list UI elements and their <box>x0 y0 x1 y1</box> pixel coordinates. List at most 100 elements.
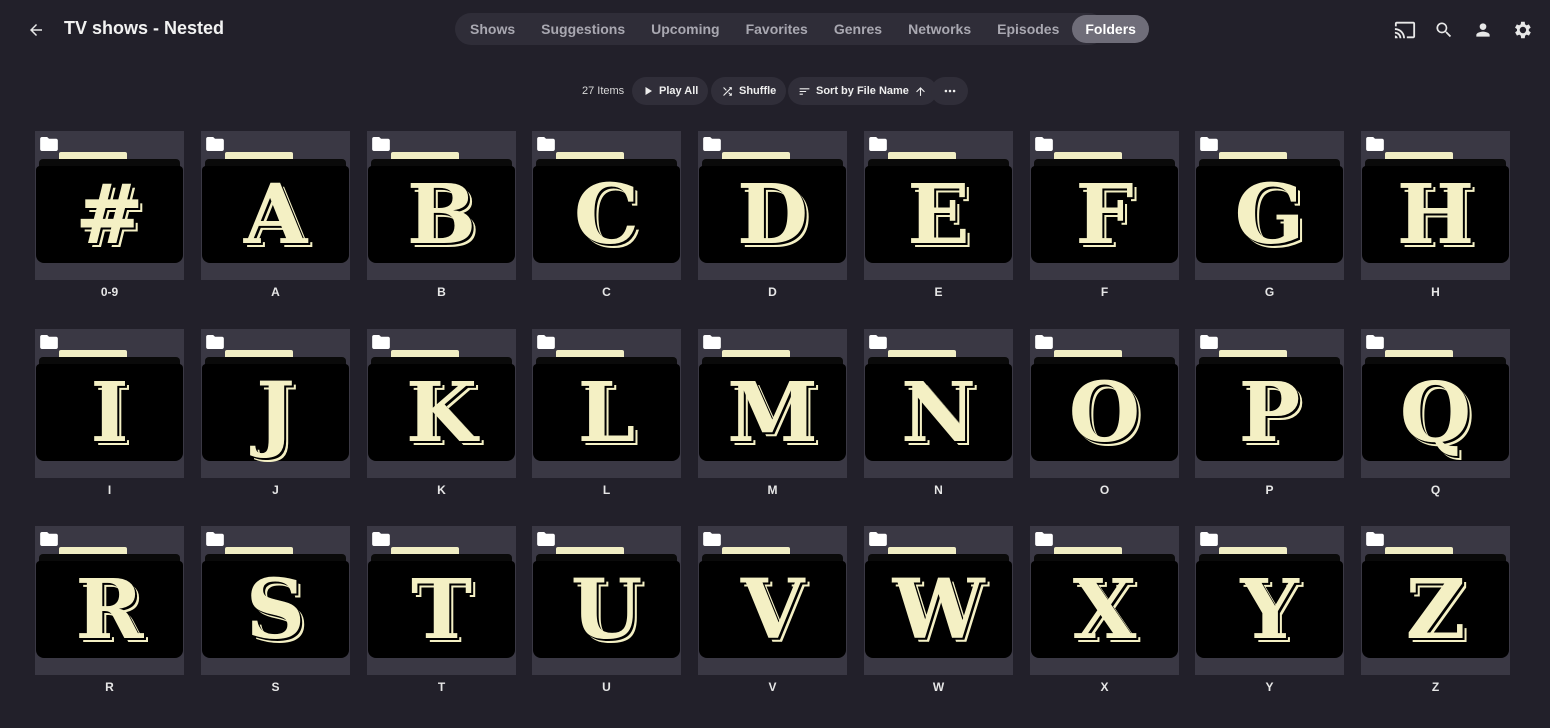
folder-icon <box>206 335 224 349</box>
tab-upcoming[interactable]: Upcoming <box>638 15 732 43</box>
folder-label[interactable]: E <box>864 285 1013 299</box>
folder-label[interactable]: N <box>864 483 1013 497</box>
folder-icon <box>372 137 390 151</box>
folder-glyph: K <box>405 364 478 461</box>
folder-label[interactable]: C <box>532 285 681 299</box>
folder-label[interactable]: Y <box>1195 680 1344 694</box>
folder-icon <box>537 137 555 151</box>
folder-icon <box>206 532 224 546</box>
folder-icon <box>1035 137 1053 151</box>
folder-glyph: W <box>892 561 985 658</box>
folder-thumbnail: Q <box>1361 329 1510 478</box>
folder-label[interactable]: X <box>1030 680 1179 694</box>
folder-glyph: L <box>577 364 636 461</box>
folder-icon <box>40 335 58 349</box>
list-toolbar: 27 Items Play All Shuffle Sort by File N… <box>0 77 1550 105</box>
folder-icon <box>703 335 721 349</box>
folder-glyph: # <box>75 166 144 263</box>
play-all-button[interactable]: Play All <box>632 77 709 105</box>
folder-label[interactable]: I <box>35 483 184 497</box>
folder-label[interactable]: T <box>367 680 516 694</box>
folder-label[interactable]: U <box>532 680 681 694</box>
folder-label[interactable]: R <box>35 680 184 694</box>
folder-body: X <box>1031 561 1178 658</box>
folder-thumbnail: F <box>1030 131 1179 280</box>
cast-button[interactable] <box>1391 16 1419 44</box>
folder-glyph: T <box>410 561 473 658</box>
folder-icon <box>1200 335 1218 349</box>
folder-body: C <box>533 166 680 263</box>
folder-thumbnail: P <box>1195 329 1344 478</box>
folder-glyph: P <box>1238 364 1301 461</box>
folder-icon <box>40 137 58 151</box>
settings-button[interactable] <box>1508 16 1536 44</box>
tab-suggestions[interactable]: Suggestions <box>528 15 638 43</box>
sort-button[interactable]: Sort by File Name <box>788 77 937 105</box>
view-tabs: Shows Suggestions Upcoming Favorites Gen… <box>455 13 1149 45</box>
folder-thumbnail: G <box>1195 131 1344 280</box>
folder-glyph: V <box>740 561 805 658</box>
folder-label[interactable]: A <box>201 285 350 299</box>
folder-label[interactable]: W <box>864 680 1013 694</box>
folder-label[interactable]: L <box>532 483 681 497</box>
tab-favorites[interactable]: Favorites <box>733 15 821 43</box>
shuffle-button[interactable]: Shuffle <box>711 77 787 105</box>
folder-icon <box>372 335 390 349</box>
folder-label[interactable]: 0-9 <box>35 285 184 299</box>
folder-icon <box>1035 335 1053 349</box>
folder-label[interactable]: Z <box>1361 680 1510 694</box>
folder-thumbnail: W <box>864 526 1013 675</box>
folder-label[interactable]: S <box>201 680 350 694</box>
folder-thumbnail: D <box>698 131 847 280</box>
folder-label[interactable]: H <box>1361 285 1510 299</box>
folder-body: Q <box>1362 364 1509 461</box>
folder-icon <box>869 137 887 151</box>
folder-glyph: Y <box>1240 561 1299 658</box>
folder-thumbnail: I <box>35 329 184 478</box>
user-button[interactable] <box>1469 16 1497 44</box>
folder-thumbnail: U <box>532 526 681 675</box>
folder-label[interactable]: Q <box>1361 483 1510 497</box>
folder-label[interactable]: D <box>698 285 847 299</box>
folder-label[interactable]: O <box>1030 483 1179 497</box>
folder-label[interactable]: G <box>1195 285 1344 299</box>
folder-body: L <box>533 364 680 461</box>
user-icon <box>1476 23 1490 37</box>
folder-glyph: E <box>907 166 970 263</box>
folder-glyph: X <box>1072 561 1137 658</box>
back-button[interactable] <box>22 16 50 44</box>
folder-label[interactable]: J <box>201 483 350 497</box>
folder-body: A <box>202 166 349 263</box>
folder-glyph: F <box>1075 166 1134 263</box>
folder-icon <box>1035 532 1053 546</box>
tab-genres[interactable]: Genres <box>821 15 895 43</box>
folder-thumbnail: T <box>367 526 516 675</box>
tab-shows[interactable]: Shows <box>457 15 528 43</box>
search-button[interactable] <box>1430 16 1458 44</box>
tab-folders[interactable]: Folders <box>1072 15 1149 43</box>
folder-label[interactable]: P <box>1195 483 1344 497</box>
folder-label[interactable]: K <box>367 483 516 497</box>
folder-body: Y <box>1196 561 1343 658</box>
arrow-up-icon <box>916 86 925 96</box>
folder-icon <box>372 532 390 546</box>
tab-networks[interactable]: Networks <box>895 15 984 43</box>
folder-label[interactable]: F <box>1030 285 1179 299</box>
folder-glyph: M <box>727 364 818 461</box>
tab-episodes[interactable]: Episodes <box>984 15 1072 43</box>
folder-body: R <box>36 561 183 658</box>
folder-label[interactable]: M <box>698 483 847 497</box>
search-icon <box>1436 22 1452 38</box>
folder-icon <box>869 532 887 546</box>
folder-body: P <box>1196 364 1343 461</box>
sort-label: Sort by File Name <box>816 85 909 97</box>
folder-body: H <box>1362 166 1509 263</box>
folder-body: Z <box>1362 561 1509 658</box>
folder-body: S <box>202 561 349 658</box>
folder-body: U <box>533 561 680 658</box>
folder-glyph: O <box>1068 364 1141 461</box>
more-horizontal-icon <box>944 89 955 93</box>
folder-label[interactable]: V <box>698 680 847 694</box>
more-button[interactable] <box>931 77 968 105</box>
folder-label[interactable]: B <box>367 285 516 299</box>
